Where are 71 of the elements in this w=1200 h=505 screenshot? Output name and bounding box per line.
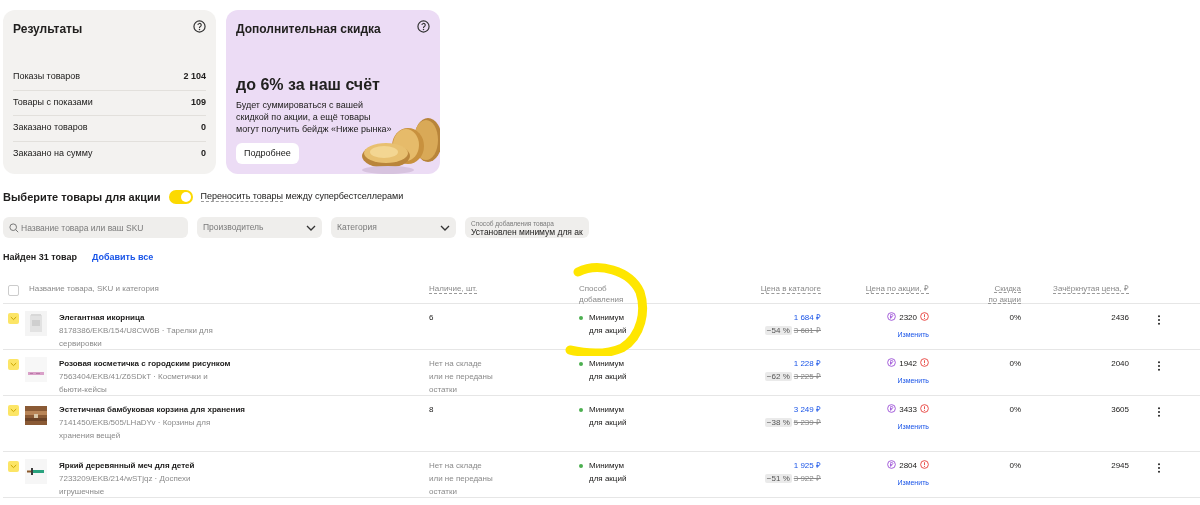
product-sku: 7141450/EKB/505/LHaDYv · Корзины для хранения вещей bbox=[59, 417, 212, 442]
method-text: Минимум для акций bbox=[589, 358, 628, 383]
search-field[interactable]: Название товара или ваш SKU bbox=[3, 217, 188, 238]
promo-price: 2804 bbox=[899, 461, 917, 470]
hint-link[interactable]: Переносить товары bbox=[200, 191, 283, 203]
discount-value: 0% bbox=[929, 350, 1021, 396]
old-price: 3 681 ₽ bbox=[793, 326, 821, 335]
column-header: Зачёркнутая цена, ₽ bbox=[1053, 284, 1129, 294]
product-name: Элегантная икорница bbox=[59, 312, 146, 324]
promo-price: 3433 bbox=[899, 405, 917, 414]
stat-value: 0 bbox=[201, 121, 206, 134]
stock-value: Нет на складе или не переданы остатки bbox=[429, 358, 494, 396]
discount-value: 0% bbox=[929, 452, 1021, 498]
discount-value: 0% bbox=[929, 304, 1021, 350]
catalog-price[interactable]: 1 684 ₽ bbox=[699, 311, 821, 324]
crossed-price: 2436 bbox=[1021, 304, 1129, 350]
column-header: Наличие, шт. bbox=[429, 284, 478, 294]
column-header: Способ добавления bbox=[579, 283, 625, 305]
stock-value: 8 bbox=[429, 404, 435, 416]
method-text: Минимум для акций bbox=[589, 404, 628, 429]
promo-headline: до 6% за наш счёт bbox=[236, 74, 381, 95]
stat-label: Показы товаров bbox=[13, 70, 81, 83]
stat-label: Заказано товаров bbox=[13, 121, 88, 134]
section-title: Выберите товары для акции bbox=[3, 189, 161, 205]
method-text: Минимум для акций bbox=[589, 312, 628, 337]
product-sku: 7563404/EKB/41/Z6SDkT · Косметички и бьюти-кейсы bbox=[59, 371, 209, 396]
details-button[interactable]: Подробнее bbox=[236, 142, 299, 164]
old-price: 3 922 ₽ bbox=[793, 474, 821, 483]
product-name: Розовая косметичка с городским рисунком bbox=[59, 358, 232, 370]
discount-badge: −38 % bbox=[764, 418, 792, 427]
stock-value: Нет на складе или не переданы остатки bbox=[429, 460, 494, 498]
product-name: Эстетичная бамбуковая корзина для хранения bbox=[59, 404, 246, 416]
catalog-price[interactable]: 3 249 ₽ bbox=[699, 403, 821, 416]
product-sku: 8178386/EKB/154/U8CW6B · Тарелки для сервировки bbox=[59, 325, 214, 350]
promo-price: 2320 bbox=[899, 313, 917, 322]
promo-price: 1942 bbox=[899, 359, 917, 368]
stat-value: 109 bbox=[190, 95, 206, 109]
column-header: Название товара, SKU и категория bbox=[29, 275, 429, 304]
column-header: Цена по акции, ₽ bbox=[865, 284, 929, 294]
stock-value: 6 bbox=[429, 312, 435, 324]
discount-badge: −62 % bbox=[764, 372, 792, 381]
found-count: Найден 31 товар bbox=[3, 251, 77, 265]
dropdown-placeholder: Производитель bbox=[203, 221, 264, 234]
old-price: 3 225 ₽ bbox=[793, 372, 821, 381]
dropdown[interactable]: Производитель bbox=[197, 217, 322, 238]
crossed-price: 2040 bbox=[1021, 350, 1129, 396]
crossed-price: 2945 bbox=[1021, 452, 1129, 498]
card-title: Результаты bbox=[13, 21, 83, 38]
dropdown-value: Установлен минимум для ак bbox=[471, 227, 583, 237]
catalog-price[interactable]: 1 228 ₽ bbox=[699, 357, 821, 370]
stat-label: Заказано на сумму bbox=[13, 146, 93, 160]
stat-value: 0 bbox=[201, 146, 206, 160]
card-title: Дополнительная скидка bbox=[236, 21, 381, 38]
discount-badge: −51 % bbox=[764, 474, 792, 483]
add-all-link[interactable]: Добавить все bbox=[91, 251, 154, 265]
dropdown[interactable]: Категория bbox=[331, 217, 456, 238]
toggle-label: Переносить товары между супербестселлерами bbox=[200, 190, 404, 204]
column-header: Скидка по акции bbox=[987, 283, 1021, 305]
stat-label: Товары с показами bbox=[13, 95, 93, 109]
discount-badge: −54 % bbox=[764, 326, 792, 335]
product-name: Яркий деревянный меч для детей bbox=[59, 460, 196, 472]
catalog-price[interactable]: 1 925 ₽ bbox=[699, 459, 821, 472]
dropdown-placeholder: Категория bbox=[337, 221, 377, 234]
column-header: Цена в каталоге bbox=[760, 284, 821, 294]
promo-text: Будет суммироваться с вашей скидкой по акции, а ещё товары могут получить бейдж «Ниже рынка» bbox=[236, 98, 393, 135]
crossed-price: 3605 bbox=[1021, 396, 1129, 452]
method-text: Минимум для акций bbox=[589, 460, 628, 485]
old-price: 5 239 ₽ bbox=[793, 418, 821, 427]
discount-value: 0% bbox=[929, 396, 1021, 452]
stat-value: 2 104 bbox=[183, 70, 206, 83]
product-sku: 7233209/EKB/214/wSTjqz · Доспехи игрушечные bbox=[59, 473, 192, 498]
